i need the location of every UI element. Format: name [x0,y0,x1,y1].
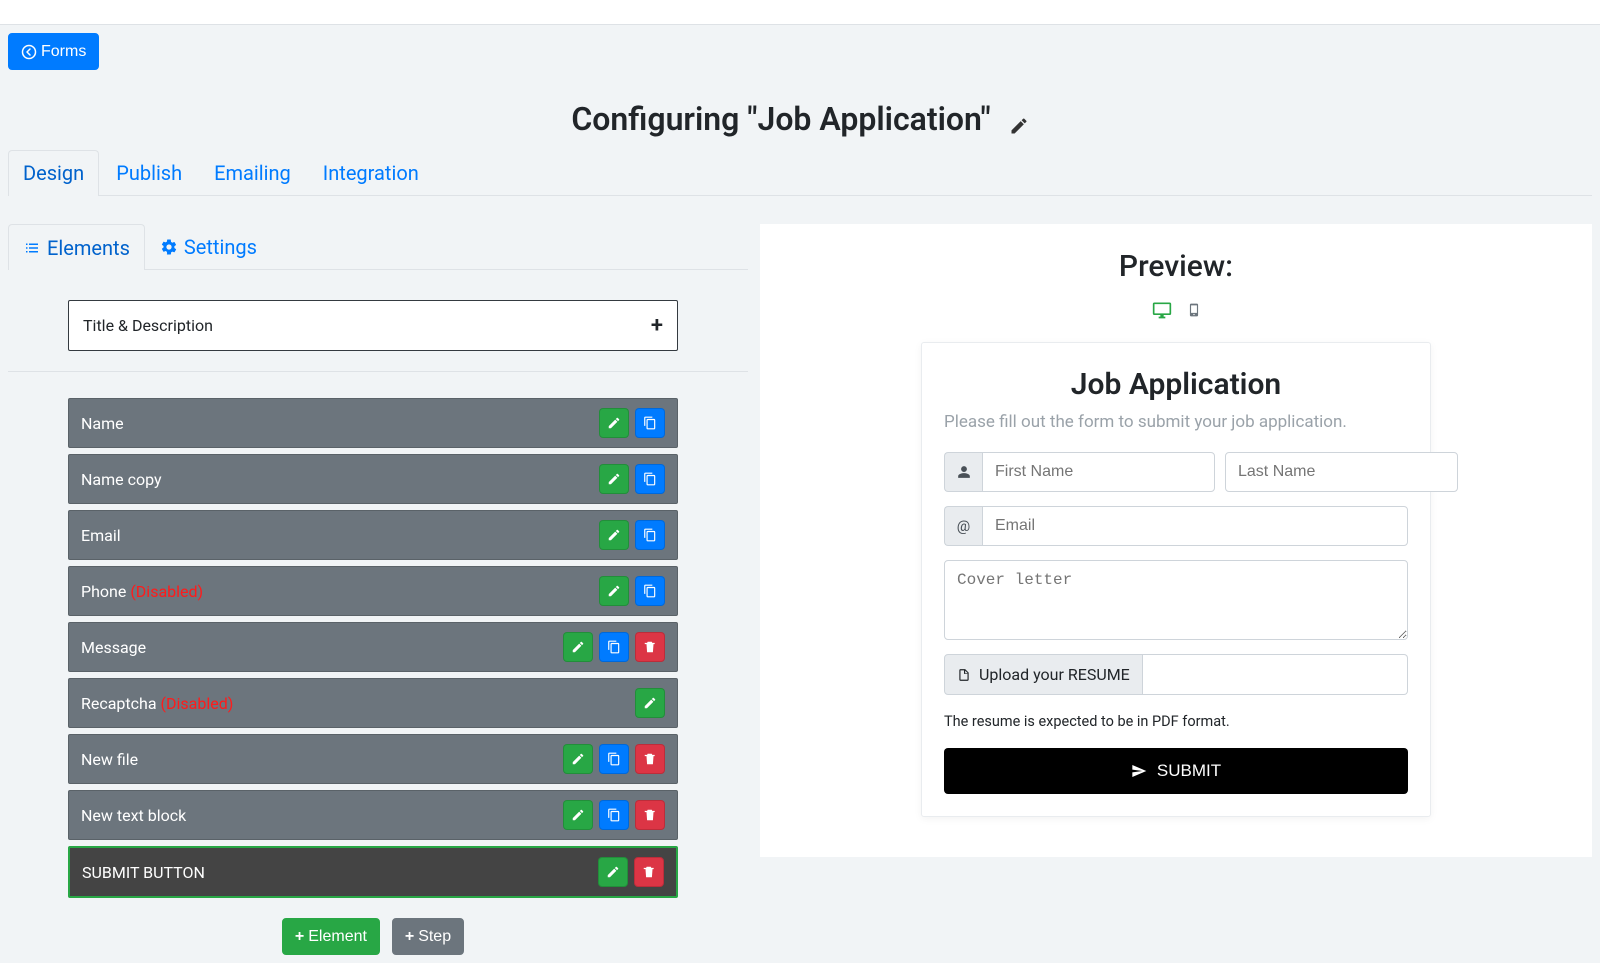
mobile-preview-icon[interactable] [1187,300,1201,320]
plus-icon: + [295,927,304,946]
forms-back-label: Forms [41,42,86,61]
element-row-phone[interactable]: Phone (Disabled) [68,566,678,616]
delete-button[interactable] [635,632,665,662]
disabled-tag: (Disabled) [126,582,203,601]
edit-button[interactable] [563,744,593,774]
tab-emailing[interactable]: Emailing [199,150,306,195]
main-tabs: Design Publish Emailing Integration [8,150,1592,196]
tab-design[interactable]: Design [8,150,99,196]
arrow-left-circle-icon [21,44,37,60]
add-step-button[interactable]: + Step [392,918,464,955]
upload-hint: The resume is expected to be in PDF form… [944,713,1408,730]
design-subtabs: Elements Settings [8,224,748,270]
user-icon [944,452,982,492]
element-label: Name copy [81,470,162,489]
gear-icon [160,238,178,256]
form-description: Please fill out the form to submit your … [944,412,1408,432]
submit-label: SUBMIT [1157,761,1221,781]
element-row-new-file[interactable]: New file [68,734,678,784]
element-row-email[interactable]: Email [68,510,678,560]
page-title: Configuring "Job Application" [571,100,990,138]
plus-icon: + [651,313,663,338]
accordion-label: Title & Description [83,316,213,335]
element-row-recaptcha[interactable]: Recaptcha (Disabled) [68,678,678,728]
delete-button[interactable] [634,857,664,887]
subtab-elements[interactable]: Elements [8,224,145,270]
edit-button[interactable] [563,632,593,662]
copy-button[interactable] [635,576,665,606]
upload-resume-field[interactable]: Upload your RESUME [944,654,1408,695]
paper-plane-icon [1131,763,1147,779]
edit-button[interactable] [599,576,629,606]
preview-heading: Preview: [800,249,1552,284]
at-icon: @ [944,506,982,546]
copy-button[interactable] [599,632,629,662]
forms-back-button[interactable]: Forms [8,33,99,70]
element-row-name-copy[interactable]: Name copy [68,454,678,504]
copy-button[interactable] [635,408,665,438]
file-icon [957,668,971,682]
desktop-preview-icon[interactable] [1151,300,1173,320]
edit-button[interactable] [563,800,593,830]
copy-button[interactable] [599,800,629,830]
add-step-label: Step [418,927,451,946]
accordion-title-description[interactable]: Title & Description + [68,300,678,351]
element-row-new-text-block[interactable]: New text block [68,790,678,840]
copy-button[interactable] [635,464,665,494]
element-label: Email [81,526,121,545]
element-label: Phone (Disabled) [81,582,203,601]
delete-button[interactable] [635,800,665,830]
last-name-input[interactable] [1225,452,1458,492]
subtab-settings[interactable]: Settings [145,224,272,269]
add-element-label: Element [308,927,367,946]
edit-button[interactable] [599,520,629,550]
element-label-text: Phone [81,582,126,601]
copy-button[interactable] [635,520,665,550]
element-row-message[interactable]: Message [68,622,678,672]
element-row-submit-button[interactable]: SUBMIT BUTTON [68,846,678,898]
element-label: Name [81,414,124,433]
element-row-name[interactable]: Name [68,398,678,448]
top-bar [0,0,1600,25]
submit-button[interactable]: SUBMIT [944,748,1408,794]
tab-publish[interactable]: Publish [101,150,197,195]
edit-title-icon[interactable] [1009,116,1029,136]
plus-icon: + [405,927,414,946]
element-label: New text block [81,806,186,825]
element-label-text: Recaptcha [81,694,157,713]
form-title: Job Application [944,367,1408,402]
subtab-elements-label: Elements [47,236,130,260]
element-label: New file [81,750,138,769]
edit-button[interactable] [635,688,665,718]
edit-button[interactable] [599,464,629,494]
elements-list: Name Name copy [68,398,678,955]
element-label: Recaptcha (Disabled) [81,694,233,713]
disabled-tag: (Disabled) [157,694,234,713]
tab-integration[interactable]: Integration [308,150,434,195]
edit-button[interactable] [598,857,628,887]
first-name-input[interactable] [982,452,1215,492]
edit-button[interactable] [599,408,629,438]
element-label: SUBMIT BUTTON [82,863,205,882]
add-element-button[interactable]: + Element [282,918,380,955]
delete-button[interactable] [635,744,665,774]
list-icon [23,239,41,257]
separator [8,371,748,372]
preview-form-card: Job Application Please fill out the form… [921,342,1431,817]
subtab-settings-label: Settings [184,235,257,259]
upload-label-text: Upload your RESUME [979,665,1130,684]
element-label: Message [81,638,146,657]
cover-letter-textarea[interactable] [944,560,1408,640]
copy-button[interactable] [599,744,629,774]
email-input[interactable] [982,506,1408,546]
